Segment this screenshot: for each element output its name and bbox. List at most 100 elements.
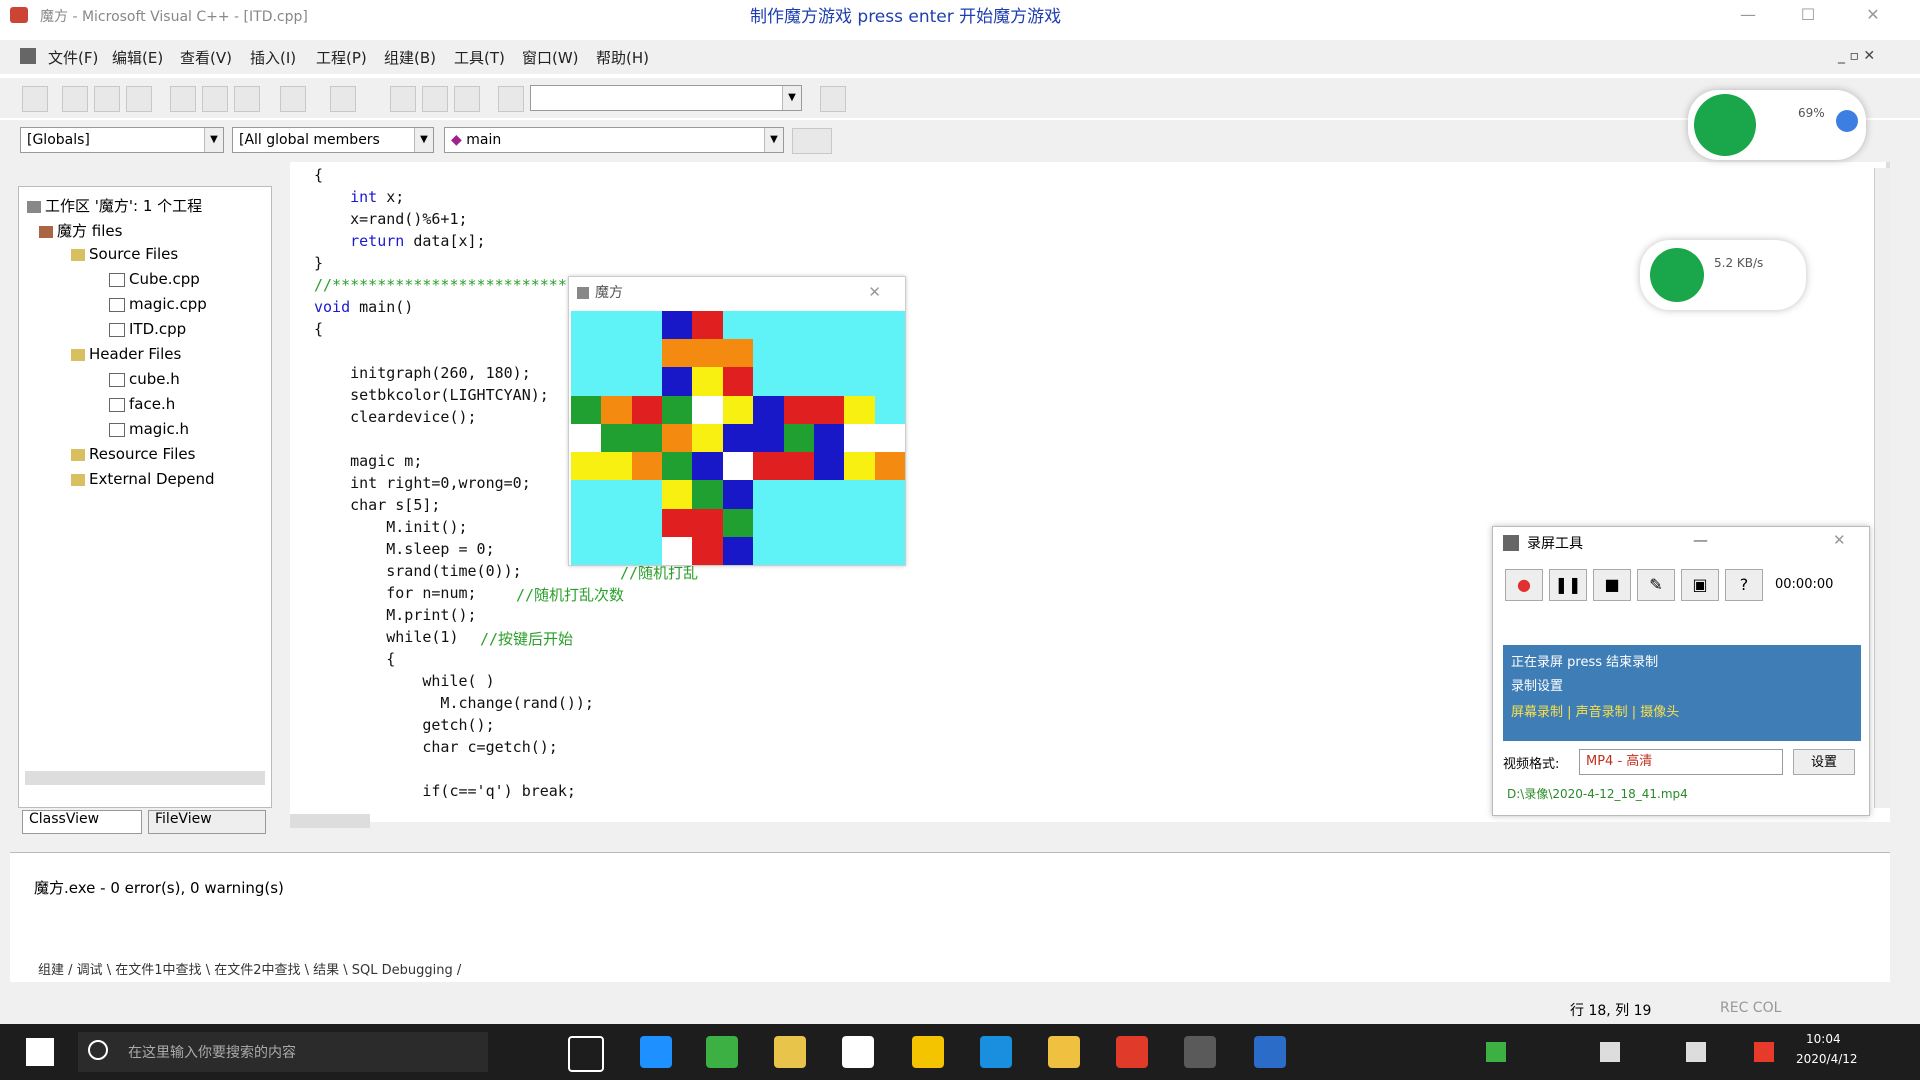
cube-cell — [722, 339, 754, 368]
menu-project[interactable]: 工程(P) — [316, 47, 367, 68]
menu-view[interactable]: 查看(V) — [180, 47, 232, 68]
tree-item-file[interactable]: magic.h — [109, 420, 189, 438]
tree-item-file[interactable]: ITD.cpp — [109, 320, 186, 338]
pen-icon[interactable]: ✎ — [1637, 569, 1675, 601]
tree-item-file[interactable]: magic.cpp — [109, 295, 207, 313]
accelerate-icon — [1836, 110, 1858, 132]
wizard-action-icon[interactable] — [792, 128, 832, 154]
recorder-minimize-button[interactable]: — — [1693, 531, 1708, 549]
minimize-button[interactable]: — — [1725, 2, 1771, 28]
app-icon[interactable] — [912, 1036, 944, 1068]
search-icon[interactable] — [820, 86, 846, 112]
search-box[interactable]: 在这里输入你要搜索的内容 — [78, 1032, 488, 1072]
clock-date: 2020/4/12 — [1796, 1052, 1858, 1066]
output-path[interactable]: D:\录像\2020-4-12_18_41.mp4 — [1507, 785, 1688, 802]
tree-label: 魔方 files — [57, 222, 123, 240]
menu-file[interactable]: 文件(F) — [48, 47, 98, 68]
folder-icon[interactable] — [1048, 1036, 1080, 1068]
cube-cell — [722, 536, 754, 565]
windows-icon[interactable] — [454, 86, 480, 112]
performance-widget[interactable]: 69% — [1688, 90, 1866, 160]
cube-cell — [813, 452, 845, 481]
save-icon[interactable] — [94, 86, 120, 112]
network-widget[interactable]: 5.2 KB/s — [1640, 240, 1806, 310]
tree-label: ITD.cpp — [129, 320, 187, 338]
redo-icon[interactable] — [330, 86, 356, 112]
tree-item-header-files[interactable]: Header Files — [71, 345, 181, 363]
network-tray-icon[interactable] — [1600, 1042, 1620, 1062]
tree-item-project[interactable]: 魔方 files — [39, 220, 122, 241]
maximize-button[interactable]: ☐ — [1785, 2, 1831, 28]
tab-classview[interactable]: ClassView — [22, 810, 142, 834]
horizontal-scrollbar[interactable] — [290, 814, 370, 828]
mdi-controls[interactable]: _ ▫ ✕ — [1838, 48, 1875, 64]
open-icon[interactable] — [62, 86, 88, 112]
cube-cell — [601, 423, 632, 453]
vertical-scrollbar[interactable] — [1874, 168, 1890, 808]
menu-insert[interactable]: 插入(I) — [250, 47, 296, 68]
stop-icon[interactable]: ■ — [1593, 569, 1631, 601]
tree-label: magic.cpp — [129, 295, 207, 313]
tree-item-file[interactable]: Cube.cpp — [109, 270, 200, 288]
workspace-icon[interactable] — [390, 86, 416, 112]
menu-window[interactable]: 窗口(W) — [522, 47, 579, 68]
copy-icon[interactable] — [202, 86, 228, 112]
wifi-tray-icon[interactable] — [1486, 1042, 1506, 1062]
screenshot-icon[interactable]: ▣ — [1681, 569, 1719, 601]
file-explorer-icon[interactable] — [774, 1036, 806, 1068]
format-settings-button[interactable]: 设置 — [1793, 749, 1855, 775]
cube-cell — [662, 311, 693, 340]
undo-icon[interactable] — [280, 86, 306, 112]
app-k-icon[interactable] — [980, 1036, 1012, 1068]
tree-item-file[interactable]: cube.h — [109, 370, 180, 388]
code-line: { — [314, 650, 396, 668]
window-app-icon[interactable] — [1254, 1036, 1286, 1068]
task-view-icon[interactable] — [568, 1036, 604, 1072]
save-all-icon[interactable] — [126, 86, 152, 112]
windows-start-icon[interactable] — [26, 1038, 54, 1066]
output-icon[interactable] — [422, 86, 448, 112]
visual-cpp-icon[interactable] — [1184, 1036, 1216, 1068]
menu-help[interactable]: 帮助(H) — [596, 47, 649, 68]
tree-item-external-dependencies[interactable]: External Depend — [71, 470, 215, 488]
format-select[interactable]: MP4 - 高清 — [1579, 749, 1783, 775]
paste-icon[interactable] — [234, 86, 260, 112]
graphics-close-button[interactable]: ✕ — [868, 283, 881, 301]
menu-build[interactable]: 组建(B) — [384, 47, 436, 68]
store-icon[interactable] — [842, 1036, 874, 1068]
edge-icon[interactable] — [640, 1036, 672, 1068]
tree-item-file[interactable]: face.h — [109, 395, 175, 413]
recorder-panel[interactable]: 录屏工具 — ✕ ● ❚❚ ■ ✎ ▣ ? 00:00:00 正在录屏 pres… — [1492, 526, 1870, 816]
tree-scrollbar[interactable] — [25, 771, 265, 785]
recorder-close-button[interactable]: ✕ — [1833, 531, 1846, 549]
record-icon[interactable]: ● — [1505, 569, 1543, 601]
tab-fileview[interactable]: FileView — [148, 810, 266, 834]
find-combo[interactable]: ▼ — [530, 85, 802, 111]
browser-icon[interactable] — [706, 1036, 738, 1068]
graphics-window[interactable]: 魔方 ✕ — [568, 276, 906, 566]
output-tabs[interactable]: 组建 / 调试 \ 在文件1中查找 \ 在文件2中查找 \ 结果 \ SQL D… — [38, 959, 461, 978]
cut-icon[interactable] — [170, 86, 196, 112]
help-icon[interactable]: ? — [1725, 569, 1763, 601]
class-combo[interactable]: [Globals] ▼ — [20, 127, 224, 153]
tree-item-resource-files[interactable]: Resource Files — [71, 445, 195, 463]
tray-app-icon[interactable] — [1754, 1042, 1774, 1062]
tree-label: face.h — [129, 395, 176, 413]
close-button[interactable]: ✕ — [1850, 2, 1896, 28]
cube-cell — [783, 395, 814, 424]
cube-cell — [601, 452, 632, 481]
members-combo[interactable]: [All global members ▼ — [232, 127, 434, 153]
tree-item-workspace[interactable]: 工作区 '魔方': 1 个工程 — [27, 195, 202, 216]
tree-item-source-files[interactable]: Source Files — [71, 245, 178, 263]
function-combo[interactable]: ◆ main ▼ — [444, 127, 784, 153]
cube-cell — [813, 423, 845, 453]
cube-cell — [662, 423, 693, 453]
menu-tools[interactable]: 工具(T) — [454, 47, 505, 68]
find-in-files-icon[interactable] — [498, 86, 524, 112]
recorder-app-icon[interactable] — [1116, 1036, 1148, 1068]
volume-tray-icon[interactable] — [1686, 1042, 1706, 1062]
new-icon[interactable] — [22, 86, 48, 112]
chevron-down-icon: ▼ — [414, 128, 433, 152]
menu-edit[interactable]: 编辑(E) — [112, 47, 163, 68]
pause-icon[interactable]: ❚❚ — [1549, 569, 1587, 601]
